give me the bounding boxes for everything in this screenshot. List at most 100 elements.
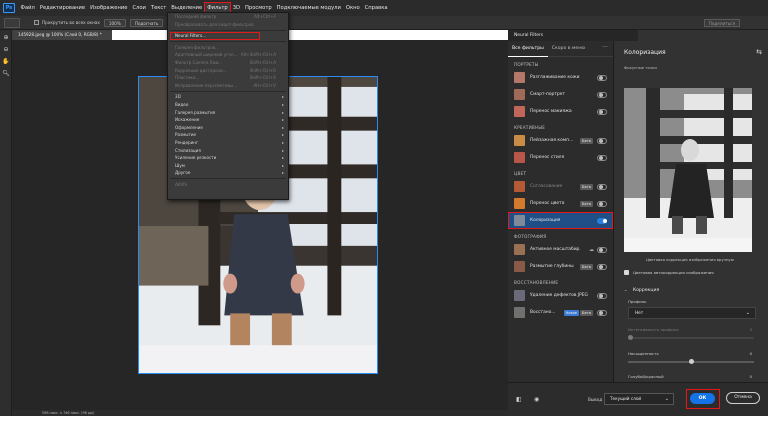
filter-menu-item[interactable]: Пластика... Shift+Ctrl+X: [168, 74, 288, 82]
menu-separator: [170, 29, 286, 31]
document-tab[interactable]: 145928.jpeg @ 100% (Слой 0, RGB/8) *: [12, 30, 112, 40]
auto-color-option[interactable]: Цветовая автокоррекция изображения: [624, 270, 714, 275]
filter-menu-shortcut: Alt+Shift+Ctrl+A: [240, 52, 276, 58]
filter-menu-item[interactable]: Видео ▸: [168, 101, 288, 109]
share-button[interactable]: Поделиться: [703, 18, 740, 27]
filter-item[interactable]: Восстано... Новое Бета: [508, 304, 613, 321]
zoom-100-button[interactable]: 100%: [103, 18, 126, 27]
filter-thumbnail: [514, 89, 525, 100]
filter-categories: ПОРТРЕТЫ Разглаживание кожи Смарт-портрет П…: [508, 57, 613, 321]
zoom-tool-icon[interactable]: 🔍︎: [0, 68, 12, 78]
filter-label: Удаление дефектов JPEG: [530, 293, 588, 298]
neural-filters-panel-tab[interactable]: Neural Filters: [508, 30, 638, 41]
filter-menu-item[interactable]: 3D ▸: [168, 93, 288, 101]
compare-icon[interactable]: ◧: [516, 396, 522, 403]
output-select[interactable]: Текущий слой ⌄: [604, 393, 674, 405]
filter-menu-item-label: Размытие: [175, 132, 197, 138]
filter-menu-item[interactable]: Рендеринг ▸: [168, 139, 288, 147]
menu-0[interactable]: Файл: [18, 3, 37, 14]
filter-label: Размытие глубины: [530, 264, 574, 269]
more-options-icon[interactable]: ···: [602, 41, 608, 55]
menu-4[interactable]: Текст: [148, 3, 168, 14]
profile-strength-slider[interactable]: [628, 335, 754, 340]
filter-item[interactable]: Размытие глубины Бета: [508, 258, 613, 275]
filter-toggle[interactable]: [597, 154, 607, 161]
filters-tabs: Все фильтры Скоро в меню ···: [508, 41, 613, 57]
filter-item[interactable]: Смарт-портрет: [508, 86, 613, 103]
reset-icon[interactable]: ⇆: [756, 48, 762, 56]
filter-toggle[interactable]: [597, 292, 607, 299]
menu-1[interactable]: Редактирование: [37, 3, 87, 14]
filter-menu-item[interactable]: Коррекция дисторсии... Shift+Ctrl+R: [168, 67, 288, 75]
auto-color-label: Цветовая автокоррекция изображения: [633, 270, 714, 275]
filter-menu-item-label: 3D: [175, 94, 181, 100]
filter-toggle[interactable]: [597, 217, 607, 224]
filter-item[interactable]: Пейзажная комп... Бета: [508, 132, 613, 149]
filter-toggle[interactable]: [597, 108, 607, 115]
filter-menu-item[interactable]: Другое ▸: [168, 169, 288, 177]
cancel-button[interactable]: Отмена: [726, 392, 760, 404]
cyan-red-value: 0: [749, 374, 752, 379]
auto-color-checkbox[interactable]: [624, 270, 629, 275]
filter-item[interactable]: Согласование Бета: [508, 178, 613, 195]
filter-toggle[interactable]: [597, 137, 607, 144]
correction-section[interactable]: ⌄ Коррекция: [624, 287, 659, 293]
filter-item[interactable]: Перенос макияжа: [508, 103, 613, 120]
filter-toggle[interactable]: [597, 91, 607, 98]
filter-menu-item[interactable]: AKVIS: [168, 181, 288, 189]
saturation-slider[interactable]: [628, 359, 754, 364]
filter-toggle[interactable]: [597, 309, 607, 316]
filter-toggle[interactable]: [597, 263, 607, 270]
menu-3[interactable]: Слои: [130, 3, 148, 14]
filter-menu-item[interactable]: Размытие ▸: [168, 131, 288, 139]
tab-wait-list[interactable]: Скоро в меню: [548, 41, 589, 57]
menu-2[interactable]: Изображение: [88, 3, 130, 14]
saturation-slider-knob[interactable]: [688, 359, 694, 364]
filter-item[interactable]: Активное масштабир. ☁: [508, 241, 613, 258]
filter-label: Смарт-портрет: [530, 92, 565, 97]
hand-tool-icon[interactable]: [4, 17, 20, 28]
category-title: ЦВЕТ: [514, 171, 527, 176]
neural-filters-menu-item[interactable]: Neural Filters...: [170, 32, 260, 40]
filter-toggle[interactable]: [597, 200, 607, 207]
filter-menu-item[interactable]: Искажение ▸: [168, 116, 288, 124]
filter-toggle[interactable]: [597, 246, 607, 253]
saturation-value: 0: [749, 351, 752, 356]
menu-10[interactable]: Окно: [343, 3, 362, 14]
filter-settings: Колоризация ⇆ Фокусные точки Цветовая ко…: [614, 41, 768, 416]
ok-button[interactable]: ОК: [690, 393, 715, 404]
fit-screen-button[interactable]: Подогнать: [129, 18, 164, 27]
filter-item[interactable]: Перенос стиля: [508, 149, 613, 166]
filter-menu-shortcut: Alt+Ctrl+V: [253, 82, 277, 88]
filter-toggle[interactable]: [597, 74, 607, 81]
filter-menu-item[interactable]: Фильтр Camera Raw... Shift+Ctrl+A: [168, 59, 288, 67]
move-tool-icon[interactable]: ⊕: [0, 32, 12, 42]
filter-menu-item-label: Преобразовать для смарт-фильтров: [175, 21, 254, 27]
filter-item[interactable]: Удаление дефектов JPEG: [508, 287, 613, 304]
filter-menu-item[interactable]: Галерея размытия ▸: [168, 109, 288, 117]
layer-preview-icon[interactable]: ◉: [534, 396, 539, 403]
filter-menu-item[interactable]: Усиление резкости ▸: [168, 154, 288, 162]
scroll-all-label: Прокрутить во всех окнах: [42, 20, 100, 25]
filter-menu-item[interactable]: Шум ▸: [168, 162, 288, 170]
filter-menu-item[interactable]: Стилизация ▸: [168, 147, 288, 155]
filter-item[interactable]: Колоризация: [508, 212, 613, 229]
tab-all-filters[interactable]: Все фильтры: [508, 41, 548, 57]
filter-menu-item[interactable]: Исправление перспективы... Alt+Ctrl+V: [168, 82, 288, 90]
filter-menu-item[interactable]: Адаптивный широкий угол... Alt+Shift+Ctrl…: [168, 51, 288, 59]
filter-menu-item[interactable]: Галерея фильтров...: [168, 44, 288, 52]
profile-select[interactable]: Нет ⌄: [628, 307, 756, 319]
scroll-all-checkbox[interactable]: [34, 20, 39, 25]
focus-preview[interactable]: [624, 88, 752, 252]
filter-menu-item[interactable]: Оформление ▸: [168, 124, 288, 132]
marquee-tool-icon[interactable]: ⊖: [0, 44, 12, 54]
menu-separator: [170, 178, 286, 180]
filter-toggle[interactable]: [597, 183, 607, 190]
profile-strength-slider-knob[interactable]: [628, 335, 633, 340]
filter-item[interactable]: Разглаживание кожи: [508, 69, 613, 86]
menu-11[interactable]: Справка: [362, 3, 390, 14]
filter-menu-item[interactable]: Последний фильтр Alt+Ctrl+F: [168, 13, 288, 21]
filter-menu-item[interactable]: Преобразовать для смарт-фильтров: [168, 21, 288, 29]
filter-item[interactable]: Перенос цвета Бета: [508, 195, 613, 212]
hand-tool-icon[interactable]: ✋: [0, 56, 12, 66]
